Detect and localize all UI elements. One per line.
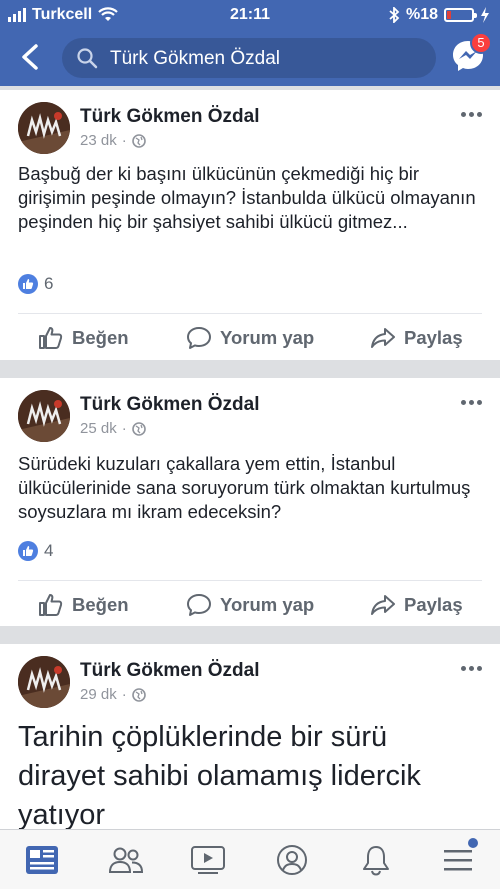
tab-watch[interactable] (186, 840, 230, 880)
reactions-count[interactable]: 4 (18, 541, 53, 561)
post-meta: 25 dk · (80, 420, 146, 437)
like-label: Beğen (72, 327, 129, 348)
battery-percent: %18 (405, 6, 438, 23)
notifications-icon (363, 846, 389, 876)
likes-count: 6 (44, 274, 54, 293)
news-feed-icon (26, 846, 58, 874)
share-label: Paylaş (404, 594, 463, 615)
tab-profile[interactable] (270, 840, 314, 880)
like-reaction-icon (18, 541, 38, 561)
back-arrow-icon[interactable] (16, 40, 46, 74)
globe-icon (131, 421, 146, 436)
post-card: Türk Gökmen Özdal 25 dk · Sürüdeki kuzul… (0, 378, 500, 626)
post-card: Türk Gökmen Özdal 23 dk · Başbuğ der ki … (0, 90, 500, 360)
comment-label: Yorum yap (220, 594, 315, 615)
comment-button[interactable]: Yorum yap (186, 316, 314, 360)
messenger-badge: 5 (470, 32, 492, 54)
share-label: Paylaş (404, 327, 463, 348)
divider (18, 580, 482, 581)
post-text: Sürüdeki kuzuları çakallara yem ettin, İ… (18, 453, 471, 522)
profile-icon (277, 845, 307, 875)
like-icon (39, 594, 63, 616)
post-meta: 23 dk · (80, 132, 146, 149)
tab-friends[interactable] (104, 840, 148, 880)
nav-row: Türk Gökmen Özdal 5 (0, 32, 500, 82)
charging-icon (481, 7, 489, 23)
tab-notifications[interactable] (354, 840, 398, 880)
top-bar: Turkcell 21:11 %18 Türk Gökmen Özdal 5 (0, 0, 500, 86)
watch-icon (191, 846, 225, 874)
menu-icon (444, 850, 472, 871)
more-options-icon[interactable] (461, 666, 482, 671)
post-time[interactable]: 23 dk (80, 132, 117, 149)
friends-icon (108, 847, 144, 873)
divider (18, 313, 482, 314)
post-time[interactable]: 29 dk (80, 686, 117, 703)
avatar[interactable] (18, 102, 70, 154)
like-button[interactable]: Beğen (38, 316, 129, 360)
share-button[interactable]: Paylaş (370, 583, 463, 627)
globe-icon (131, 687, 146, 702)
avatar[interactable] (18, 390, 70, 442)
battery-icon (444, 8, 477, 22)
meta-separator: · (121, 686, 127, 703)
share-icon (371, 595, 395, 615)
post-author[interactable]: Türk Gökmen Özdal (80, 660, 259, 682)
share-icon (371, 328, 395, 348)
post-actions: Beğen Yorum yap Paylaş (0, 316, 500, 360)
more-options-icon[interactable] (461, 112, 482, 117)
like-reaction-icon (18, 274, 38, 294)
like-button[interactable]: Beğen (38, 583, 129, 627)
search-query: Türk Gökmen Özdal (110, 48, 280, 69)
comment-icon (187, 327, 211, 349)
reactions-count[interactable]: 6 (18, 274, 53, 294)
post-card: Türk Gökmen Özdal 29 dk · Tarihin çöplük… (0, 644, 500, 834)
menu-badge-dot (468, 838, 478, 848)
status-bar: Turkcell 21:11 %18 (0, 0, 500, 30)
comment-icon (187, 594, 211, 616)
bluetooth-icon (389, 7, 400, 23)
tab-news-feed[interactable] (20, 840, 64, 880)
bottom-tab-bar (0, 829, 500, 889)
like-label: Beğen (72, 594, 129, 615)
search-input[interactable]: Türk Gökmen Özdal (62, 38, 436, 78)
like-icon (39, 327, 63, 349)
post-text: Başbuğ der ki başını ülkücünün çekmediği… (18, 163, 476, 232)
search-icon (77, 48, 98, 69)
status-right: %18 (388, 6, 490, 24)
avatar[interactable] (18, 656, 70, 708)
meta-separator: · (121, 132, 127, 149)
post-actions: Beğen Yorum yap Paylaş (0, 583, 500, 627)
comment-label: Yorum yap (220, 327, 315, 348)
globe-icon (131, 133, 146, 148)
share-button[interactable]: Paylaş (370, 316, 463, 360)
post-time[interactable]: 25 dk (80, 420, 117, 437)
post-meta: 29 dk · (80, 686, 146, 703)
post-author[interactable]: Türk Gökmen Özdal (80, 394, 259, 416)
meta-separator: · (121, 420, 127, 437)
post-text: Tarihin çöplüklerinde bir sürü dirayet s… (18, 721, 421, 831)
comment-button[interactable]: Yorum yap (186, 583, 314, 627)
more-options-icon[interactable] (461, 400, 482, 405)
post-author[interactable]: Türk Gökmen Özdal (80, 106, 259, 128)
likes-count: 4 (44, 541, 54, 560)
